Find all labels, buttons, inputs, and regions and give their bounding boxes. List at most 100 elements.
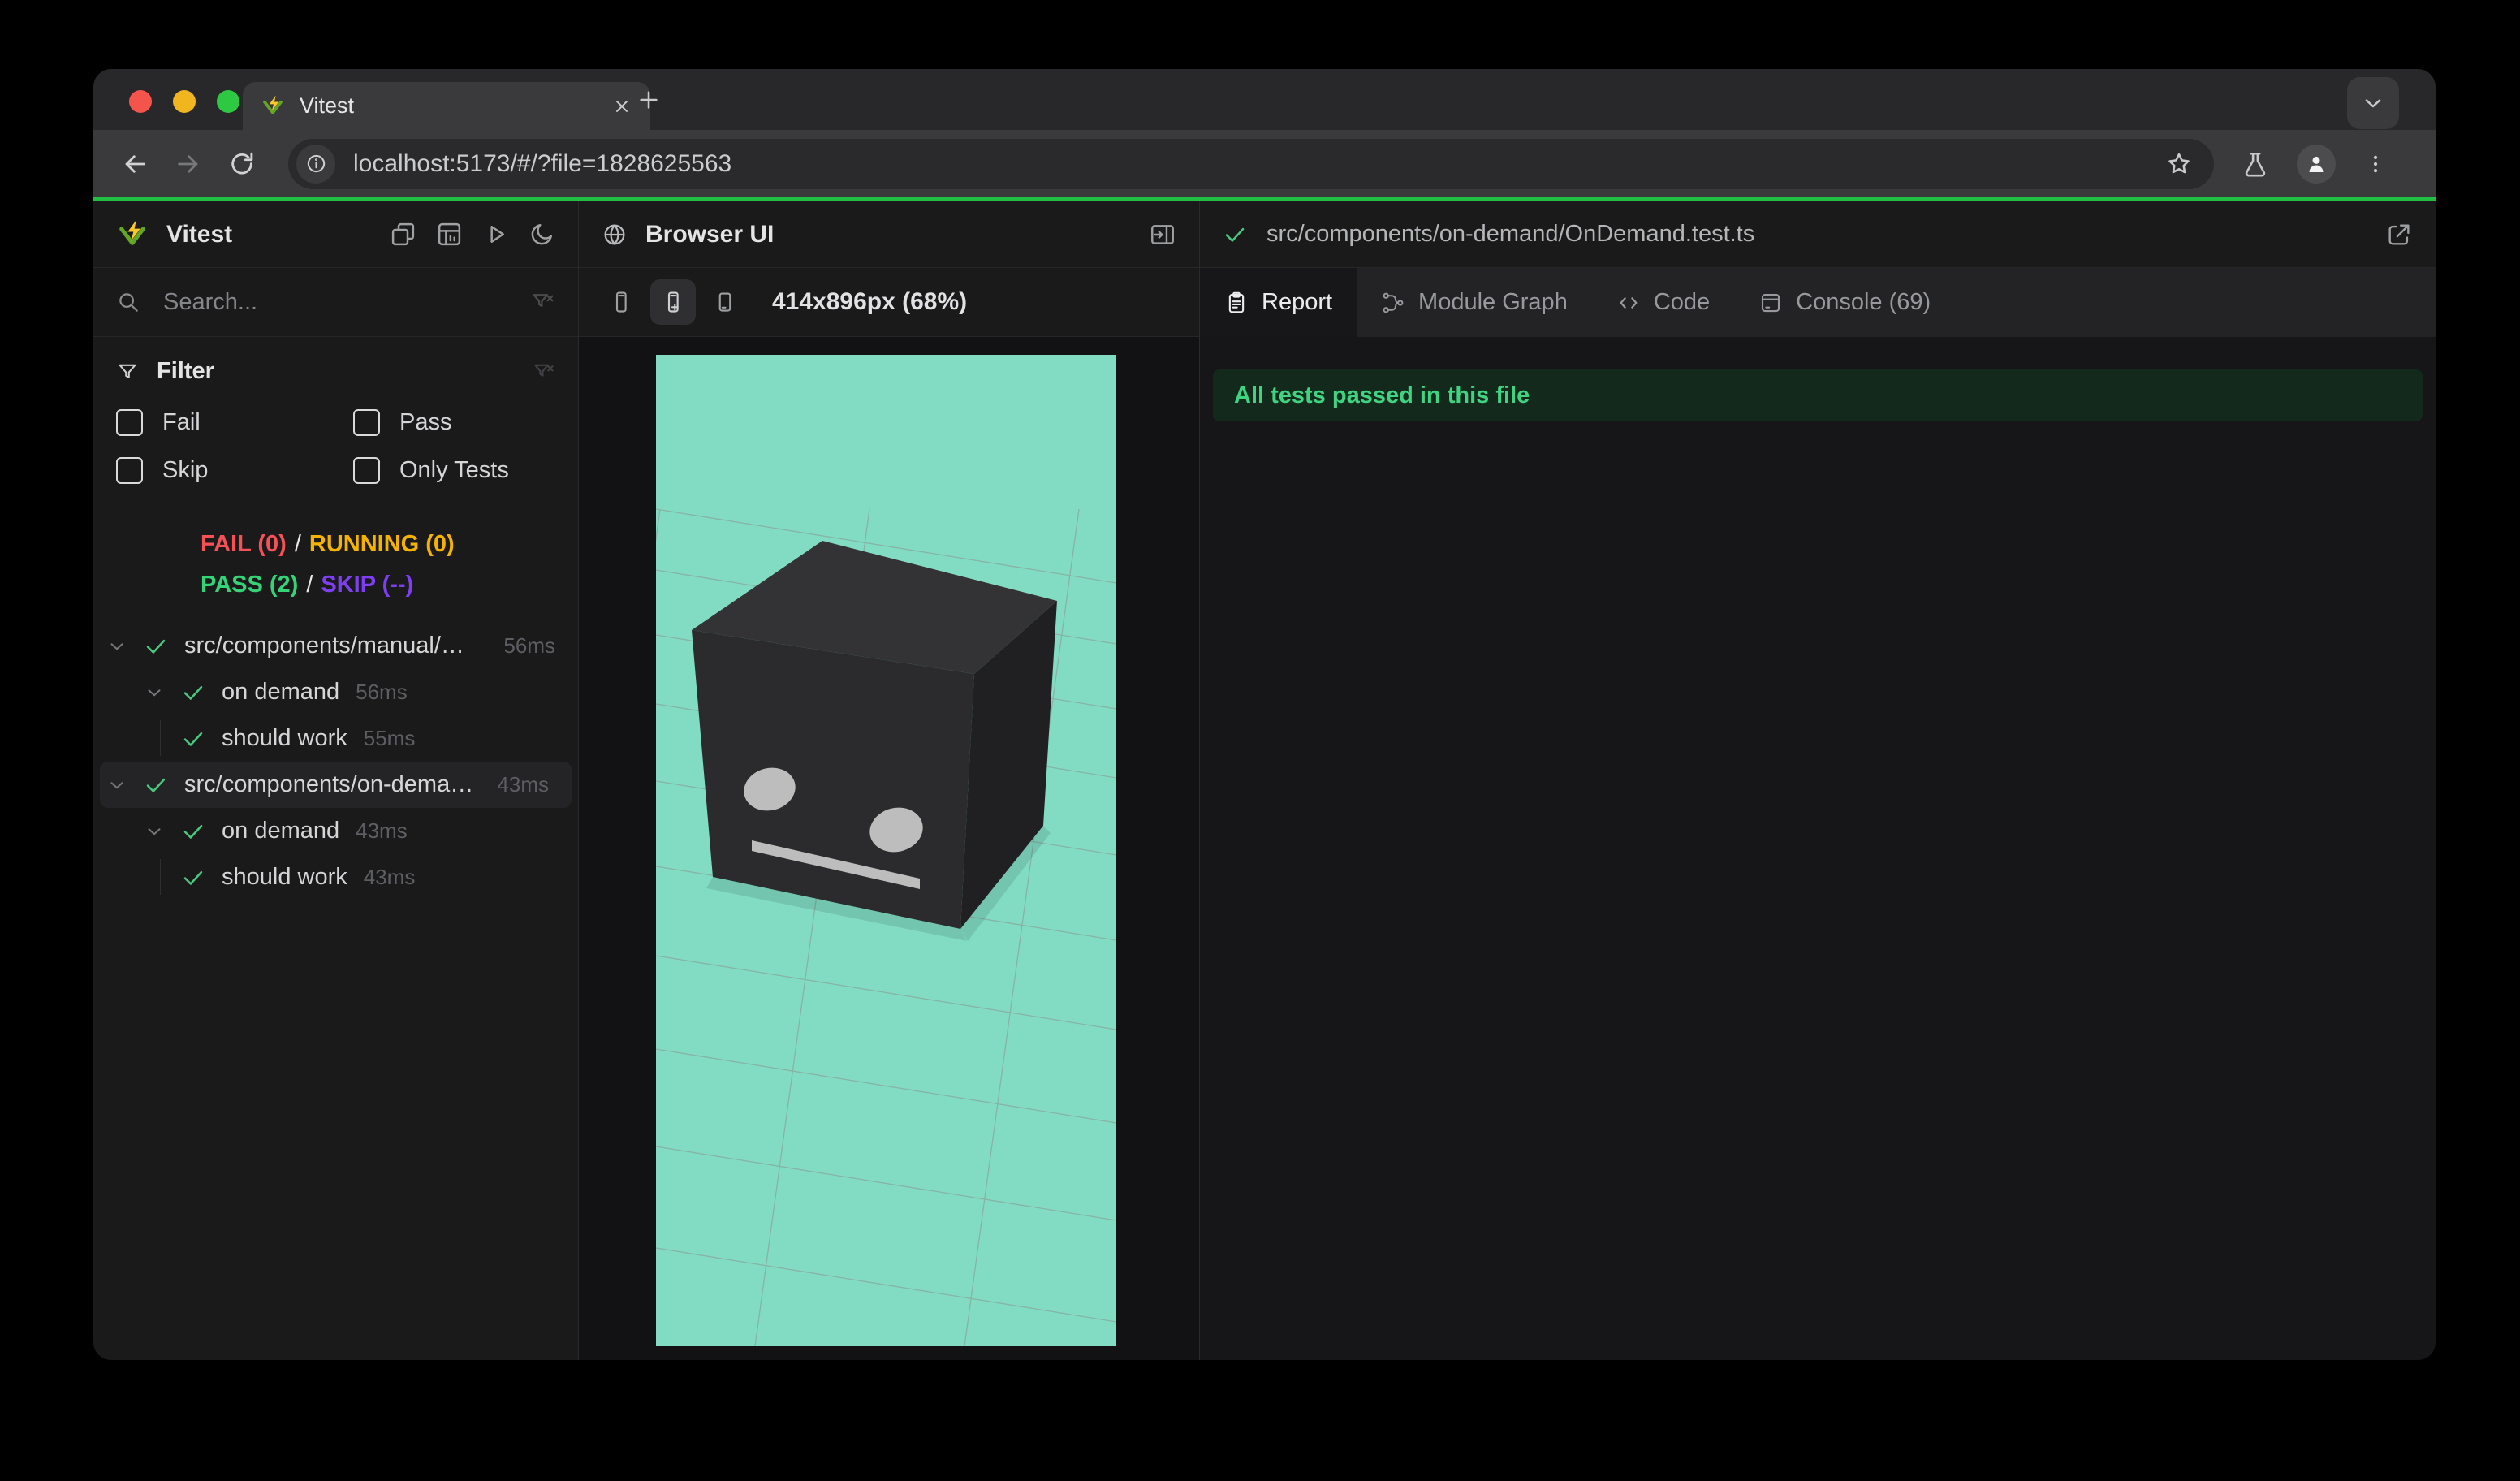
test-duration: 43ms [497, 772, 549, 797]
test-duration: 43ms [356, 818, 408, 843]
test-suite-row[interactable]: on demand 43ms [93, 808, 578, 854]
tab-code[interactable]: Code [1592, 268, 1734, 337]
browser-toolbar: localhost:5173/#/?file=1828625563 [93, 130, 2436, 197]
url-text[interactable]: localhost:5173/#/?file=1828625563 [353, 150, 2165, 178]
test-label: should work [222, 864, 347, 890]
clear-filter-icon[interactable] [533, 361, 555, 383]
sidebar: Vitest Filter [93, 201, 579, 1360]
bookmark-star-icon[interactable] [2165, 150, 2193, 178]
pass-check-icon [1225, 227, 1245, 242]
pass-check-icon [183, 685, 203, 700]
vitest-logo-icon [116, 218, 149, 251]
checkbox-icon[interactable] [116, 457, 143, 484]
test-duration: 56ms [356, 680, 408, 704]
device-toolbar: 414x896px (68%) [579, 268, 1199, 337]
filter-pass-checkbox[interactable]: Pass [353, 409, 555, 436]
detach-windows-icon[interactable] [390, 221, 416, 248]
all-tests-passed-banner: All tests passed in this file [1213, 369, 2423, 421]
test-file-row-selected[interactable]: src/components/on-dema… 43ms [100, 762, 572, 808]
device-phone-small-button[interactable] [598, 279, 644, 325]
preview-area [579, 337, 1199, 1360]
test-duration: 43ms [363, 865, 416, 889]
search-icon [119, 293, 138, 312]
clear-filter-icon[interactable] [531, 290, 555, 314]
test-duration: 56ms [503, 633, 555, 658]
chevron-down-icon[interactable] [106, 636, 127, 657]
open-external-icon[interactable] [2385, 221, 2413, 248]
filter-panel: Filter Fail Pass Skip Only Tests [93, 337, 578, 512]
test-label: on demand [222, 818, 340, 844]
pass-check-icon [183, 732, 203, 746]
report-tabs: Report Module Graph Code Console (69) [1200, 268, 2436, 337]
preview-canvas[interactable] [656, 355, 1116, 1346]
summary-line-2: PASS (2) / SKIP (--) [201, 572, 414, 598]
browser-ui-header: Browser UI [579, 201, 1199, 268]
labs-flask-icon[interactable] [2242, 150, 2269, 178]
app-title: Vitest [166, 220, 233, 248]
test-duration: 55ms [363, 726, 416, 750]
run-summary: FAIL (0) / RUNNING (0) PASS (2) / SKIP (--) [93, 512, 578, 620]
filter-skip-checkbox[interactable]: Skip [116, 457, 353, 484]
reload-button[interactable] [228, 150, 256, 178]
run-all-play-icon[interactable] [482, 221, 509, 248]
chevron-down-icon[interactable] [106, 775, 127, 796]
vitest-favicon-icon [263, 93, 283, 114]
back-button[interactable] [121, 150, 149, 178]
report-content: All tests passed in this file [1200, 337, 2436, 1360]
tab-close-icon[interactable] [611, 96, 632, 117]
browser-menu-kebab-icon[interactable] [2363, 152, 2388, 176]
search-input[interactable] [162, 287, 531, 317]
dark-mode-moon-icon[interactable] [529, 221, 555, 248]
sidebar-header: Vitest [93, 201, 578, 268]
test-file-row[interactable]: src/components/manual/… 56ms [93, 623, 578, 669]
funnel-icon [119, 364, 136, 378]
browser-window: Vitest localhost:5173/#/?file=1828625563 [93, 69, 2436, 1360]
test-case-row[interactable]: should work 43ms [93, 854, 578, 900]
pass-check-icon [183, 870, 203, 885]
filter-fail-checkbox[interactable]: Fail [116, 409, 353, 436]
vitest-ui: Vitest Filter [93, 201, 2436, 1360]
device-tablet-button[interactable] [702, 279, 748, 325]
dashboard-icon[interactable] [436, 221, 463, 248]
test-label: should work [222, 725, 347, 751]
search-bar [93, 268, 578, 337]
forward-button[interactable] [175, 150, 202, 178]
person-icon [2309, 156, 2324, 172]
tab-strip: Vitest [93, 69, 2436, 130]
tab-console[interactable]: Console (69) [1734, 268, 1955, 337]
test-case-row[interactable]: should work 55ms [93, 715, 578, 762]
chevron-down-icon[interactable] [144, 821, 165, 842]
close-window-button[interactable] [129, 89, 152, 113]
filter-only-tests-checkbox[interactable]: Only Tests [353, 457, 555, 484]
zoom-window-button[interactable] [217, 89, 239, 113]
chevron-down-icon[interactable] [144, 682, 165, 703]
checkbox-icon[interactable] [353, 409, 380, 436]
test-tree: src/components/manual/… 56ms on demand 5… [93, 620, 578, 1360]
test-suite-row[interactable]: on demand 56ms [93, 669, 578, 715]
browser-ui-title: Browser UI [645, 220, 775, 248]
code-icon [1620, 296, 1638, 309]
profile-avatar[interactable] [2297, 144, 2336, 184]
new-tab-button[interactable] [636, 87, 662, 113]
checkbox-icon[interactable] [353, 457, 380, 484]
phone-icon [615, 291, 627, 313]
device-phone-plus-button-selected[interactable] [650, 279, 696, 325]
minimize-window-button[interactable] [173, 89, 196, 113]
tab-report[interactable]: Report [1200, 268, 1357, 337]
checkbox-icon[interactable] [116, 409, 143, 436]
viewport-size-label: 414x896px (68%) [772, 288, 968, 315]
test-label: src/components/manual/… [184, 633, 464, 658]
tab-module-graph[interactable]: Module Graph [1357, 268, 1592, 337]
tab-search-button[interactable] [2347, 77, 2399, 129]
report-pane: src/components/on-demand/OnDemand.test.t… [1200, 201, 2436, 1360]
browser-tab-vitest[interactable]: Vitest [243, 82, 650, 130]
globe-icon [604, 224, 625, 244]
site-info-button[interactable] [296, 144, 335, 184]
address-bar[interactable]: localhost:5173/#/?file=1828625563 [288, 138, 2214, 189]
test-label: on demand [222, 679, 340, 705]
file-header: src/components/on-demand/OnDemand.test.t… [1200, 201, 2436, 268]
console-icon [1762, 293, 1780, 312]
clipboard-icon [1228, 291, 1245, 313]
chevron-down-icon [2365, 99, 2381, 108]
dock-panel-right-icon[interactable] [1149, 221, 1176, 248]
